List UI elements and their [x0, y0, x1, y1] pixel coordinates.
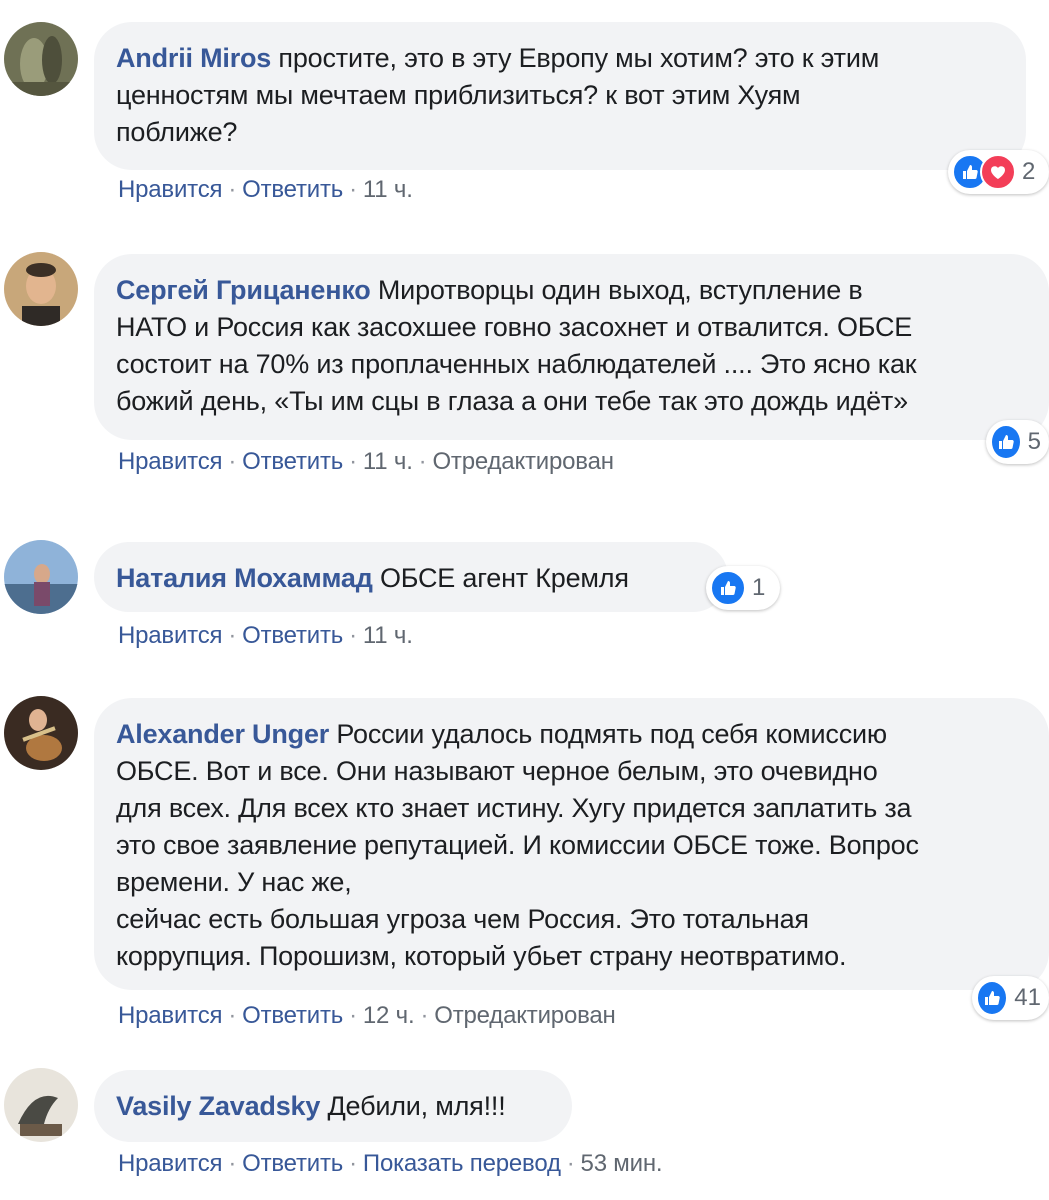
avatar[interactable] — [4, 696, 78, 770]
comment-bubble: Alexander Unger России удалось подмять п… — [94, 698, 1049, 990]
reaction-badge[interactable]: 41 — [972, 976, 1049, 1020]
comment-bubble: Andrii Miros простите, это в эту Европу … — [94, 22, 1026, 170]
comment-bubble: Vasily Zavadsky Дебили, мля!!! — [94, 1070, 572, 1142]
avatar[interactable] — [4, 252, 78, 326]
edited-label[interactable]: Отредактирован — [434, 1002, 616, 1029]
like-link[interactable]: Нравится — [118, 448, 223, 475]
reaction-badge[interactable]: 1 — [706, 566, 780, 610]
timestamp[interactable]: 11 ч. — [363, 176, 413, 203]
like-icon — [710, 570, 746, 606]
comment-actions: Нравится · Ответить · 11 ч. — [118, 176, 413, 203]
comment-actions: Нравится · Ответить · Показать перевод · 53 ми… — [118, 1150, 663, 1177]
reaction-count: 1 — [752, 574, 766, 601]
comment-author[interactable]: Alexander Unger — [116, 719, 329, 749]
reply-link[interactable]: Ответить — [242, 1150, 343, 1177]
avatar[interactable] — [4, 1068, 78, 1142]
like-icon — [990, 424, 1022, 460]
like-link[interactable]: Нравится — [118, 176, 223, 203]
comment-actions: Нравится · Ответить · 11 ч. — [118, 622, 413, 649]
comment-author[interactable]: Наталия Мохаммад — [116, 563, 373, 593]
reaction-badge[interactable]: 5 — [986, 420, 1049, 464]
like-icon — [976, 980, 1009, 1016]
comment-actions: Нравится · Ответить · 12 ч. · Отредактирован — [118, 1002, 616, 1029]
reaction-count: 41 — [1014, 984, 1041, 1011]
avatar[interactable] — [4, 22, 78, 96]
reply-link[interactable]: Ответить — [242, 622, 343, 649]
comment-text: Дебили, мля!!! — [327, 1091, 506, 1121]
edited-label[interactable]: Отредактирован — [432, 448, 614, 475]
like-link[interactable]: Нравится — [118, 1150, 223, 1177]
timestamp[interactable]: 12 ч. — [363, 1002, 415, 1029]
comment-bubble: Наталия Мохаммад ОБСЕ агент Кремля — [94, 542, 728, 612]
like-link[interactable]: Нравится — [118, 1002, 223, 1029]
love-icon — [980, 154, 1016, 190]
comment-author[interactable]: Сергей Грицаненко — [116, 275, 371, 305]
reply-link[interactable]: Ответить — [242, 448, 343, 475]
show-translation-link[interactable]: Показать перевод — [363, 1150, 561, 1177]
timestamp[interactable]: 53 мин. — [581, 1150, 663, 1177]
timestamp[interactable]: 11 ч. — [363, 448, 413, 475]
reaction-badge[interactable]: 2 — [948, 150, 1049, 194]
like-link[interactable]: Нравится — [118, 622, 223, 649]
comment-author[interactable]: Andrii Miros — [116, 43, 271, 73]
reply-link[interactable]: Ответить — [242, 1002, 343, 1029]
comment-actions: Нравится · Ответить · 11 ч. · Отредактирован — [118, 448, 614, 475]
comment-text: ОБСЕ агент Кремля — [379, 563, 629, 593]
reaction-count: 5 — [1027, 428, 1041, 455]
avatar[interactable] — [4, 540, 78, 614]
reply-link[interactable]: Ответить — [242, 176, 343, 203]
timestamp[interactable]: 11 ч. — [363, 622, 413, 649]
comment-author[interactable]: Vasily Zavadsky — [116, 1091, 320, 1121]
comment-bubble: Сергей Грицаненко Миротворцы один выход,… — [94, 254, 1049, 440]
reaction-count: 2 — [1022, 158, 1036, 185]
comment-text: России удалось подмять под себя комиссию… — [116, 719, 919, 971]
